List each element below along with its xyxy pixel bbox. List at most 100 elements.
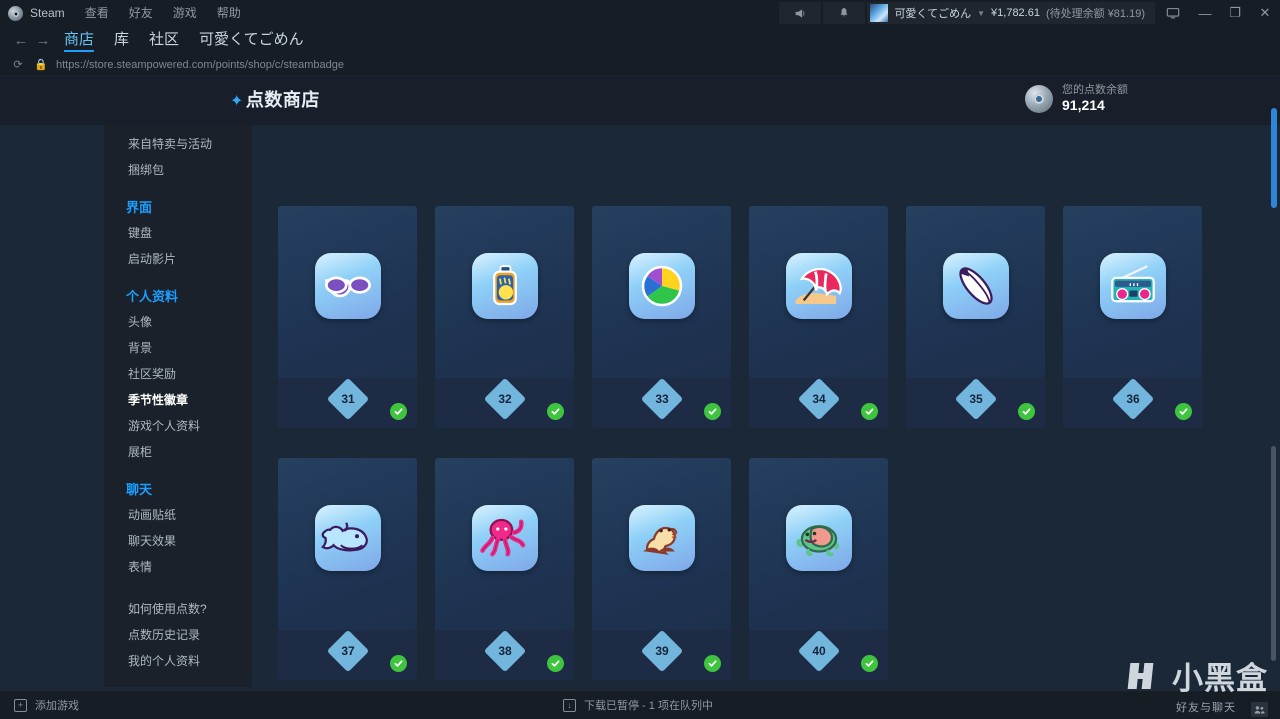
sidebar-item[interactable]: 我的个人资料 — [104, 648, 252, 674]
badge-card[interactable]: 35 — [906, 206, 1045, 428]
sidebar-item[interactable]: 键盘 — [104, 220, 252, 246]
badge-card-footer: 31 — [278, 377, 417, 428]
check-circle-icon — [1175, 403, 1192, 420]
badge-card[interactable]: 33 — [592, 206, 731, 428]
check-circle-icon — [390, 403, 407, 420]
badge-card-footer: 35 — [906, 377, 1045, 428]
chevron-down-icon[interactable]: ▼ — [977, 9, 985, 18]
badge-level-diamond: 31 — [326, 377, 369, 421]
badge-level-number: 39 — [654, 644, 669, 658]
watermark-subtitle: 好友与聊天 — [1176, 702, 1236, 714]
bell-icon[interactable] — [823, 2, 866, 24]
badge-card-footer: 37 — [278, 629, 417, 680]
badge-card[interactable]: 38 — [435, 458, 574, 680]
display-icon[interactable] — [1156, 0, 1190, 26]
boombox-icon — [1099, 253, 1166, 319]
avatar — [870, 4, 889, 22]
badge-card[interactable]: 32 — [435, 206, 574, 428]
nav-tab-library[interactable]: 库 — [104, 27, 139, 53]
download-status-item[interactable]: ↓ 下载已暂停 - 1 项在队列中 — [563, 697, 713, 713]
sparkle-icon: ✦ — [230, 93, 244, 110]
menu-help[interactable]: 帮助 — [207, 0, 251, 26]
window-scrollbar-thumb[interactable] — [1271, 446, 1276, 661]
sidebar-item[interactable]: 季节性徽章 — [104, 387, 252, 413]
menu-steam[interactable]: Steam — [30, 0, 75, 26]
badge-artwork — [906, 206, 1045, 378]
badge-level-number: 34 — [811, 392, 826, 406]
badge-card[interactable]: 39 — [592, 458, 731, 680]
sidebar-item[interactable]: 展柜 — [104, 439, 252, 465]
badge-level-number: 36 — [1125, 392, 1140, 406]
menu-friends[interactable]: 好友 — [119, 0, 163, 26]
badge-level-number: 35 — [968, 392, 983, 406]
badge-level-diamond: 40 — [797, 629, 840, 673]
badge-card-footer: 38 — [435, 629, 574, 680]
check-circle-icon — [1018, 403, 1035, 420]
navigation-bar: ← → 商店 库 社区 可愛くてごめん — [0, 26, 1280, 54]
sidebar-item[interactable]: 社区奖励 — [104, 361, 252, 387]
megaphone-icon[interactable] — [779, 2, 822, 24]
page-title: ✦ 点数商店 — [230, 86, 320, 112]
points-balance-widget[interactable]: 您的点数余额 91,214 — [1025, 84, 1128, 113]
badge-row: 31 32 33 34 35 36 — [252, 125, 1262, 428]
points-shop-header: ✦ 点数商店 您的点数余额 91,214 — [0, 76, 1280, 125]
sidebar-item[interactable]: 表情 — [104, 554, 252, 580]
nav-tab-store[interactable]: 商店 — [54, 27, 104, 53]
badge-level-number: 38 — [497, 644, 512, 658]
sidebar-item[interactable]: 动画贴纸 — [104, 502, 252, 528]
friends-icon[interactable] — [1251, 702, 1268, 717]
url-text[interactable]: https://store.steampowered.com/points/sh… — [56, 59, 344, 71]
forward-icon[interactable]: → — [32, 32, 54, 49]
sunglasses-icon — [314, 253, 381, 319]
badge-level-diamond: 38 — [483, 629, 526, 673]
badge-card[interactable]: 37 — [278, 458, 417, 680]
badge-level-number: 33 — [654, 392, 669, 406]
title-bar-menus: Steam 查看 好友 游戏 帮助 — [0, 0, 251, 26]
check-circle-icon — [390, 655, 407, 672]
sunscreen-bottle-icon — [471, 253, 538, 319]
check-circle-icon — [861, 655, 878, 672]
sidebar-item[interactable]: 聊天效果 — [104, 528, 252, 554]
badge-row: 37 38 39 40 — [252, 428, 1262, 680]
points-balance-value: 91,214 — [1062, 97, 1105, 113]
sidebar-item[interactable]: 如何使用点数? — [104, 596, 252, 622]
nav-tab-profile[interactable]: 可愛くてごめん — [189, 27, 314, 53]
badge-card-footer: 40 — [749, 629, 888, 680]
badge-level-number: 32 — [497, 392, 512, 406]
shop-sidebar: 来自特卖与活动 捆绑包 界面 键盘 启动影片 个人资料 头像 背景 社区奖励 季节性徽章 游戏个人资… — [104, 125, 252, 687]
badge-card[interactable]: 36 — [1063, 206, 1202, 428]
badge-card[interactable]: 31 — [278, 206, 417, 428]
download-status-label: 下载已暂停 - 1 项在队列中 — [584, 700, 713, 712]
badge-artwork — [1063, 206, 1202, 378]
sidebar-item[interactable]: 来自特卖与活动 — [104, 131, 252, 157]
back-icon[interactable]: ← — [10, 32, 32, 49]
account-name: 可愛くてごめん — [894, 8, 972, 20]
sidebar-item[interactable]: 头像 — [104, 309, 252, 335]
menu-games[interactable]: 游戏 — [163, 0, 207, 26]
badge-level-diamond: 32 — [483, 377, 526, 421]
badge-level-diamond: 37 — [326, 629, 369, 673]
sidebar-item[interactable]: 点数历史记录 — [104, 622, 252, 648]
sidebar-item[interactable]: 背景 — [104, 335, 252, 361]
minimize-button[interactable]: — — [1190, 0, 1220, 26]
sidebar-item[interactable]: 启动影片 — [104, 246, 252, 272]
account-pill[interactable]: 可愛くてごめん ▼ ¥1,782.61 (待处理余额 ¥81.19) — [867, 2, 1155, 24]
page-title-text: 点数商店 — [245, 90, 320, 110]
badge-artwork — [592, 206, 731, 378]
sidebar-item[interactable]: 捆绑包 — [104, 157, 252, 183]
nav-tab-community[interactable]: 社区 — [139, 27, 189, 53]
add-game-button[interactable]: + 添加游戏 — [0, 697, 79, 713]
badge-card[interactable]: 34 — [749, 206, 888, 428]
maximize-button[interactable]: ❐ — [1220, 0, 1250, 26]
page-scrollbar-thumb[interactable] — [1271, 108, 1277, 208]
menu-view[interactable]: 查看 — [75, 0, 119, 26]
plus-box-icon: + — [14, 698, 27, 712]
close-button[interactable]: ✕ — [1250, 0, 1280, 26]
check-circle-icon — [547, 403, 564, 420]
download-icon: ↓ — [563, 698, 576, 712]
badge-card[interactable]: 40 — [749, 458, 888, 680]
badge-card-footer: 36 — [1063, 377, 1202, 428]
reload-icon[interactable]: ⟳ — [10, 58, 26, 71]
sidebar-item[interactable]: 游戏个人资料 — [104, 413, 252, 439]
badge-level-diamond: 33 — [640, 377, 683, 421]
